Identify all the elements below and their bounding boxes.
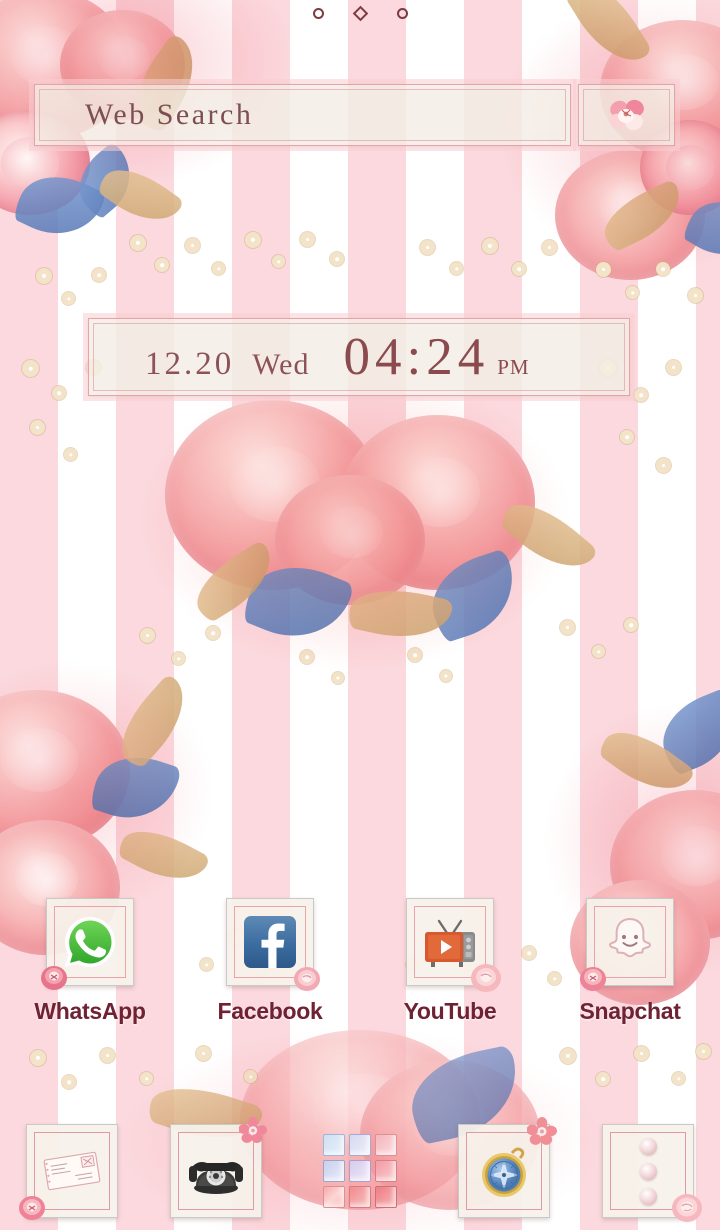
app-snapchat[interactable]: Snapchat [540, 898, 720, 1025]
drawer-cell [349, 1134, 371, 1156]
clock-meridiem: PM [497, 354, 530, 379]
page-dot-2-active[interactable] [352, 5, 368, 22]
rotary-phone-icon [189, 1162, 243, 1194]
menu-dot [639, 1137, 657, 1155]
search-label: Web Search [85, 98, 254, 131]
flower-decoration-icon [527, 1117, 557, 1145]
clock-date: 12.20 [145, 345, 235, 382]
flower-decoration-icon [239, 1117, 267, 1143]
app-grid: WhatsApp Facebook YouTube Snapchat [0, 898, 720, 1025]
dock-item-browser[interactable] [432, 1117, 576, 1218]
drawer-cell [323, 1160, 345, 1182]
dock-icon-frame[interactable] [458, 1117, 557, 1218]
dock-icon-frame[interactable] [170, 1117, 267, 1218]
dock-item-phone[interactable] [144, 1117, 288, 1218]
drawer-cell [323, 1186, 345, 1208]
home-screen: Web Search 12.20 Wed 04:24 PM WhatsApp F… [0, 0, 720, 1230]
clock-weekday: Wed [252, 347, 310, 381]
search-voice-button[interactable] [578, 84, 675, 146]
app-icon-frame[interactable] [406, 898, 501, 992]
drawer-cell [323, 1134, 345, 1156]
rose-decoration-icon [471, 964, 501, 992]
dock-item-messages[interactable] [0, 1124, 144, 1220]
rose-decoration-icon [672, 1194, 702, 1222]
flower-icon [608, 99, 644, 131]
app-label: WhatsApp [34, 998, 146, 1024]
search-widget: Web Search [34, 84, 675, 146]
app-label: Facebook [217, 998, 323, 1024]
page-dot-3[interactable] [396, 8, 408, 19]
drawer-cell [375, 1134, 397, 1156]
app-drawer-grid-icon [323, 1134, 397, 1208]
wallpaper-color-wash [0, 0, 720, 1230]
rose-decoration-icon [19, 1196, 45, 1220]
three-dots-icon [639, 1137, 657, 1205]
rose-decoration-icon [580, 967, 606, 991]
drawer-cell [349, 1186, 371, 1208]
dock-icon-frame[interactable] [19, 1124, 118, 1220]
rose-decoration-icon [294, 967, 320, 991]
app-icon-frame[interactable] [41, 898, 134, 990]
app-icon-frame[interactable] [580, 898, 674, 991]
app-label: YouTube [403, 998, 497, 1024]
drawer-cell [349, 1160, 371, 1182]
dock-item-app-drawer[interactable] [288, 1124, 432, 1218]
menu-dot [639, 1187, 657, 1205]
dock-icon-frame[interactable] [315, 1125, 405, 1217]
whatsapp-icon [65, 917, 115, 967]
menu-dot [639, 1162, 657, 1180]
app-youtube[interactable]: YouTube [360, 898, 540, 1025]
dock-item-menu[interactable] [576, 1124, 720, 1222]
facebook-icon [244, 916, 296, 968]
compass-icon [482, 1147, 526, 1197]
clock-widget[interactable]: 12.20 Wed 04:24 PM [88, 318, 630, 396]
snapchat-ghost-icon [609, 917, 651, 958]
drawer-cell [375, 1186, 397, 1208]
envelope-icon [43, 1151, 101, 1191]
drawer-cell [375, 1160, 397, 1182]
rose-decoration-icon [41, 966, 67, 990]
dock-icon-frame[interactable] [602, 1124, 702, 1222]
app-facebook[interactable]: Facebook [180, 898, 360, 1025]
page-indicator [0, 5, 720, 22]
dock [0, 1117, 720, 1222]
search-input[interactable]: Web Search [34, 84, 571, 146]
app-icon-frame[interactable] [226, 898, 320, 991]
app-whatsapp[interactable]: WhatsApp [0, 898, 180, 1025]
clock-time: 04:24 [343, 327, 490, 386]
app-label: Snapchat [579, 998, 681, 1024]
page-dot-1[interactable] [312, 8, 324, 19]
